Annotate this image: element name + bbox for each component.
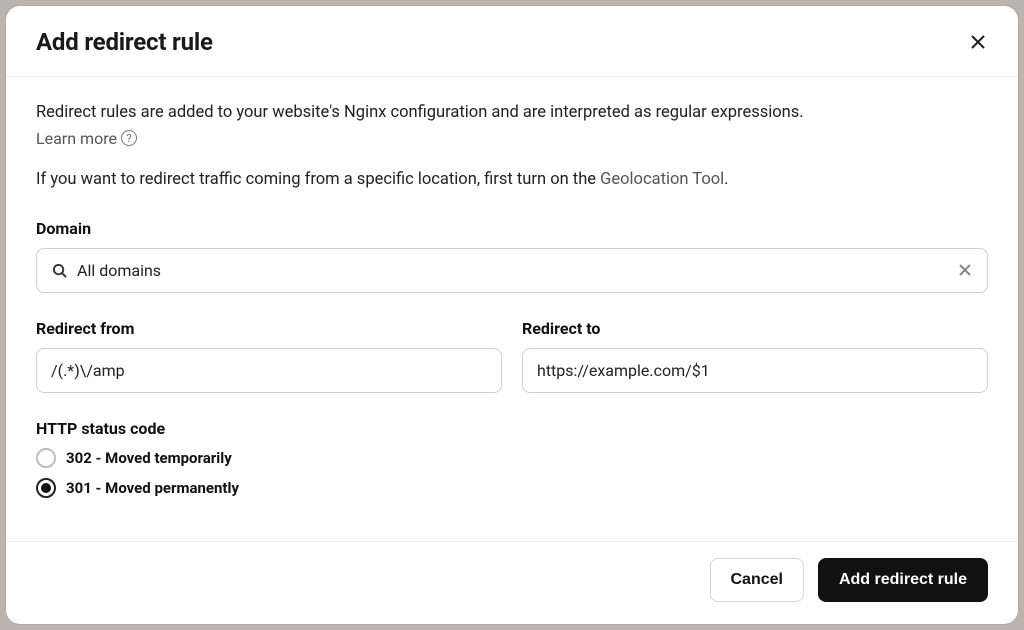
domain-section: Domain All domains	[36, 219, 988, 293]
domain-select[interactable]: All domains	[36, 248, 988, 293]
dialog-footer: Cancel Add redirect rule	[6, 541, 1018, 624]
status-option-301-label: 301 - Moved permanently	[66, 479, 239, 497]
redirect-from-label: Redirect from	[36, 319, 502, 338]
help-icon: ?	[121, 130, 137, 146]
add-redirect-rule-button[interactable]: Add redirect rule	[818, 558, 988, 602]
redirect-to-label: Redirect to	[522, 319, 988, 338]
radio-icon	[36, 448, 56, 468]
intro-text: Redirect rules are added to your website…	[36, 101, 988, 125]
dialog-header: Add redirect rule	[6, 6, 1018, 77]
geolocation-tool-link[interactable]: Geolocation Tool	[600, 170, 724, 189]
status-option-301[interactable]: 301 - Moved permanently	[36, 478, 988, 498]
learn-more-label: Learn more	[36, 129, 117, 148]
redirect-fields: Redirect from Redirect to	[36, 319, 988, 393]
dialog-title: Add redirect rule	[36, 28, 213, 56]
redirect-from-input[interactable]	[36, 348, 502, 393]
domain-value: All domains	[77, 261, 947, 280]
redirect-to-input[interactable]	[522, 348, 988, 393]
http-status-label: HTTP status code	[36, 419, 988, 438]
learn-more-link[interactable]: Learn more ?	[36, 129, 137, 148]
dialog-body: Redirect rules are added to your website…	[6, 77, 1018, 541]
redirect-from-section: Redirect from	[36, 319, 502, 393]
geolocation-note: If you want to redirect traffic coming f…	[36, 170, 988, 189]
status-option-302-label: 302 - Moved temporarily	[66, 449, 232, 467]
search-icon	[51, 262, 67, 278]
close-icon[interactable]	[968, 32, 988, 52]
http-status-section: HTTP status code 302 - Moved temporarily…	[36, 419, 988, 498]
note-prefix: If you want to redirect traffic coming f…	[36, 170, 600, 189]
redirect-to-section: Redirect to	[522, 319, 988, 393]
domain-label: Domain	[36, 219, 988, 238]
note-suffix: .	[724, 170, 728, 189]
clear-icon[interactable]	[957, 262, 973, 278]
cancel-button[interactable]: Cancel	[710, 558, 804, 602]
add-redirect-rule-dialog: Add redirect rule Redirect rules are add…	[6, 6, 1018, 624]
status-option-302[interactable]: 302 - Moved temporarily	[36, 448, 988, 468]
radio-icon	[36, 478, 56, 498]
